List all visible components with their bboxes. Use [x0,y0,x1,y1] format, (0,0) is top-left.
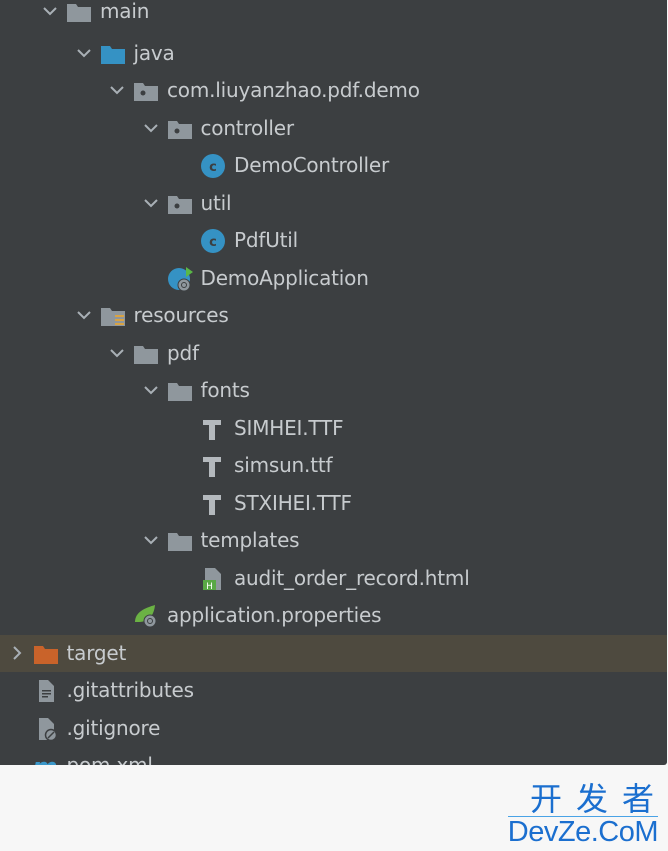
tree-item[interactable]: DemoApplication [0,260,667,297]
maven-icon: m [32,753,59,765]
tree-item-label: main [100,0,150,24]
tree-item[interactable]: application.properties [0,597,667,634]
tree-item-label: pom.xml [66,753,153,765]
tree-item-label: .gitignore [66,715,161,740]
tree-item[interactable]: resources [0,297,667,334]
java-class-icon: c [200,229,226,253]
tree-item[interactable]: STXIHEI.TTF [0,485,667,522]
excluded-folder-icon [33,642,59,666]
tree-item[interactable]: Haudit_order_record.html [0,560,667,597]
tree-item[interactable]: util [0,185,667,222]
tree-item[interactable]: target [0,634,667,672]
font-file-icon [200,454,226,478]
tree-item[interactable]: c PdfUtil [0,222,667,259]
tree-item[interactable]: simsun.ttf [0,447,667,484]
tree-item-label: controller [200,115,295,140]
tree-item[interactable]: templates [0,522,667,559]
chevron-down-icon[interactable] [141,530,161,550]
chevron-down-icon[interactable] [74,305,94,325]
chevron-down-icon[interactable] [107,80,127,100]
resources-folder-icon [100,304,126,328]
chevron-down-icon[interactable] [141,193,161,213]
tree-item-label: DemoApplication [200,265,369,290]
chevron-down-icon[interactable] [74,43,94,63]
folder-icon [167,379,193,403]
tree-item[interactable]: pdf [0,335,667,372]
chevron-right-icon[interactable] [7,643,27,663]
tree-item-label: resources [133,303,229,327]
source-folder-icon [100,42,126,66]
svg-text:c: c [209,160,217,175]
tree-item[interactable]: java [0,35,667,72]
tree-item-label: com.liuyanzhao.pdf.demo [167,78,420,102]
folder-icon [133,342,159,366]
ignored-file-icon [33,717,59,741]
html-file-icon: H [200,567,226,592]
watermark: 开发者 DevZe.CoM [507,782,659,848]
svg-text:H: H [206,582,213,591]
package-icon [167,117,193,141]
project-tree: main java com.liuyanzhao.pdf.demo controlle… [0,0,667,765]
tree-item-label: STXIHEI.TTF [234,490,352,515]
font-file-icon [200,417,226,441]
tree-item[interactable]: controller [0,110,667,147]
chevron-down-icon[interactable] [107,343,127,363]
tree-item-label: simsun.ttf [234,453,333,477]
tree-item[interactable]: com.liuyanzhao.pdf.demo [0,72,667,109]
tree-item-label: SIMHEI.TTF [234,415,344,440]
package-icon [167,192,193,216]
tree-item[interactable]: fonts [0,372,667,409]
tree-item[interactable]: .gitignore [0,710,667,747]
font-file-icon [200,492,226,516]
tree-item-label: .gitattributes [66,678,195,702]
java-class-icon: c [200,154,226,178]
folder-icon [167,529,193,553]
watermark-latin: DevZe.CoM [507,816,659,848]
tree-item-label: pdf [167,340,199,365]
svg-text:c: c [209,235,217,250]
tree-item[interactable]: main [0,0,667,30]
watermark-chinese: 开发者 [529,780,668,818]
tree-item-label: PdfUtil [234,228,298,252]
folder-icon [66,0,92,24]
chevron-down-icon[interactable] [141,118,161,138]
tree-item-label: audit_order_record.html [234,565,470,590]
package-icon [133,79,159,103]
spring-properties-icon [133,604,159,628]
tree-item[interactable]: SIMHEI.TTF [0,410,667,447]
tree-item[interactable]: m pom.xml [0,747,667,765]
tree-item[interactable]: .gitattributes [0,672,667,709]
tree-item-label: java [133,40,175,65]
svg-text:m: m [33,754,58,765]
tree-item[interactable]: c DemoController [0,147,667,184]
chevron-down-icon[interactable] [40,1,60,21]
chevron-down-icon[interactable] [141,380,161,400]
tree-item-label: DemoController [234,153,390,177]
tree-item-label: target [66,640,127,665]
tree-item-label: util [200,190,232,215]
spring-boot-app-icon [167,266,193,291]
tree-item-label: templates [200,528,300,552]
tree-item-label: fonts [200,378,250,402]
text-file-icon [33,679,59,703]
tree-item-label: application.properties [167,603,382,627]
